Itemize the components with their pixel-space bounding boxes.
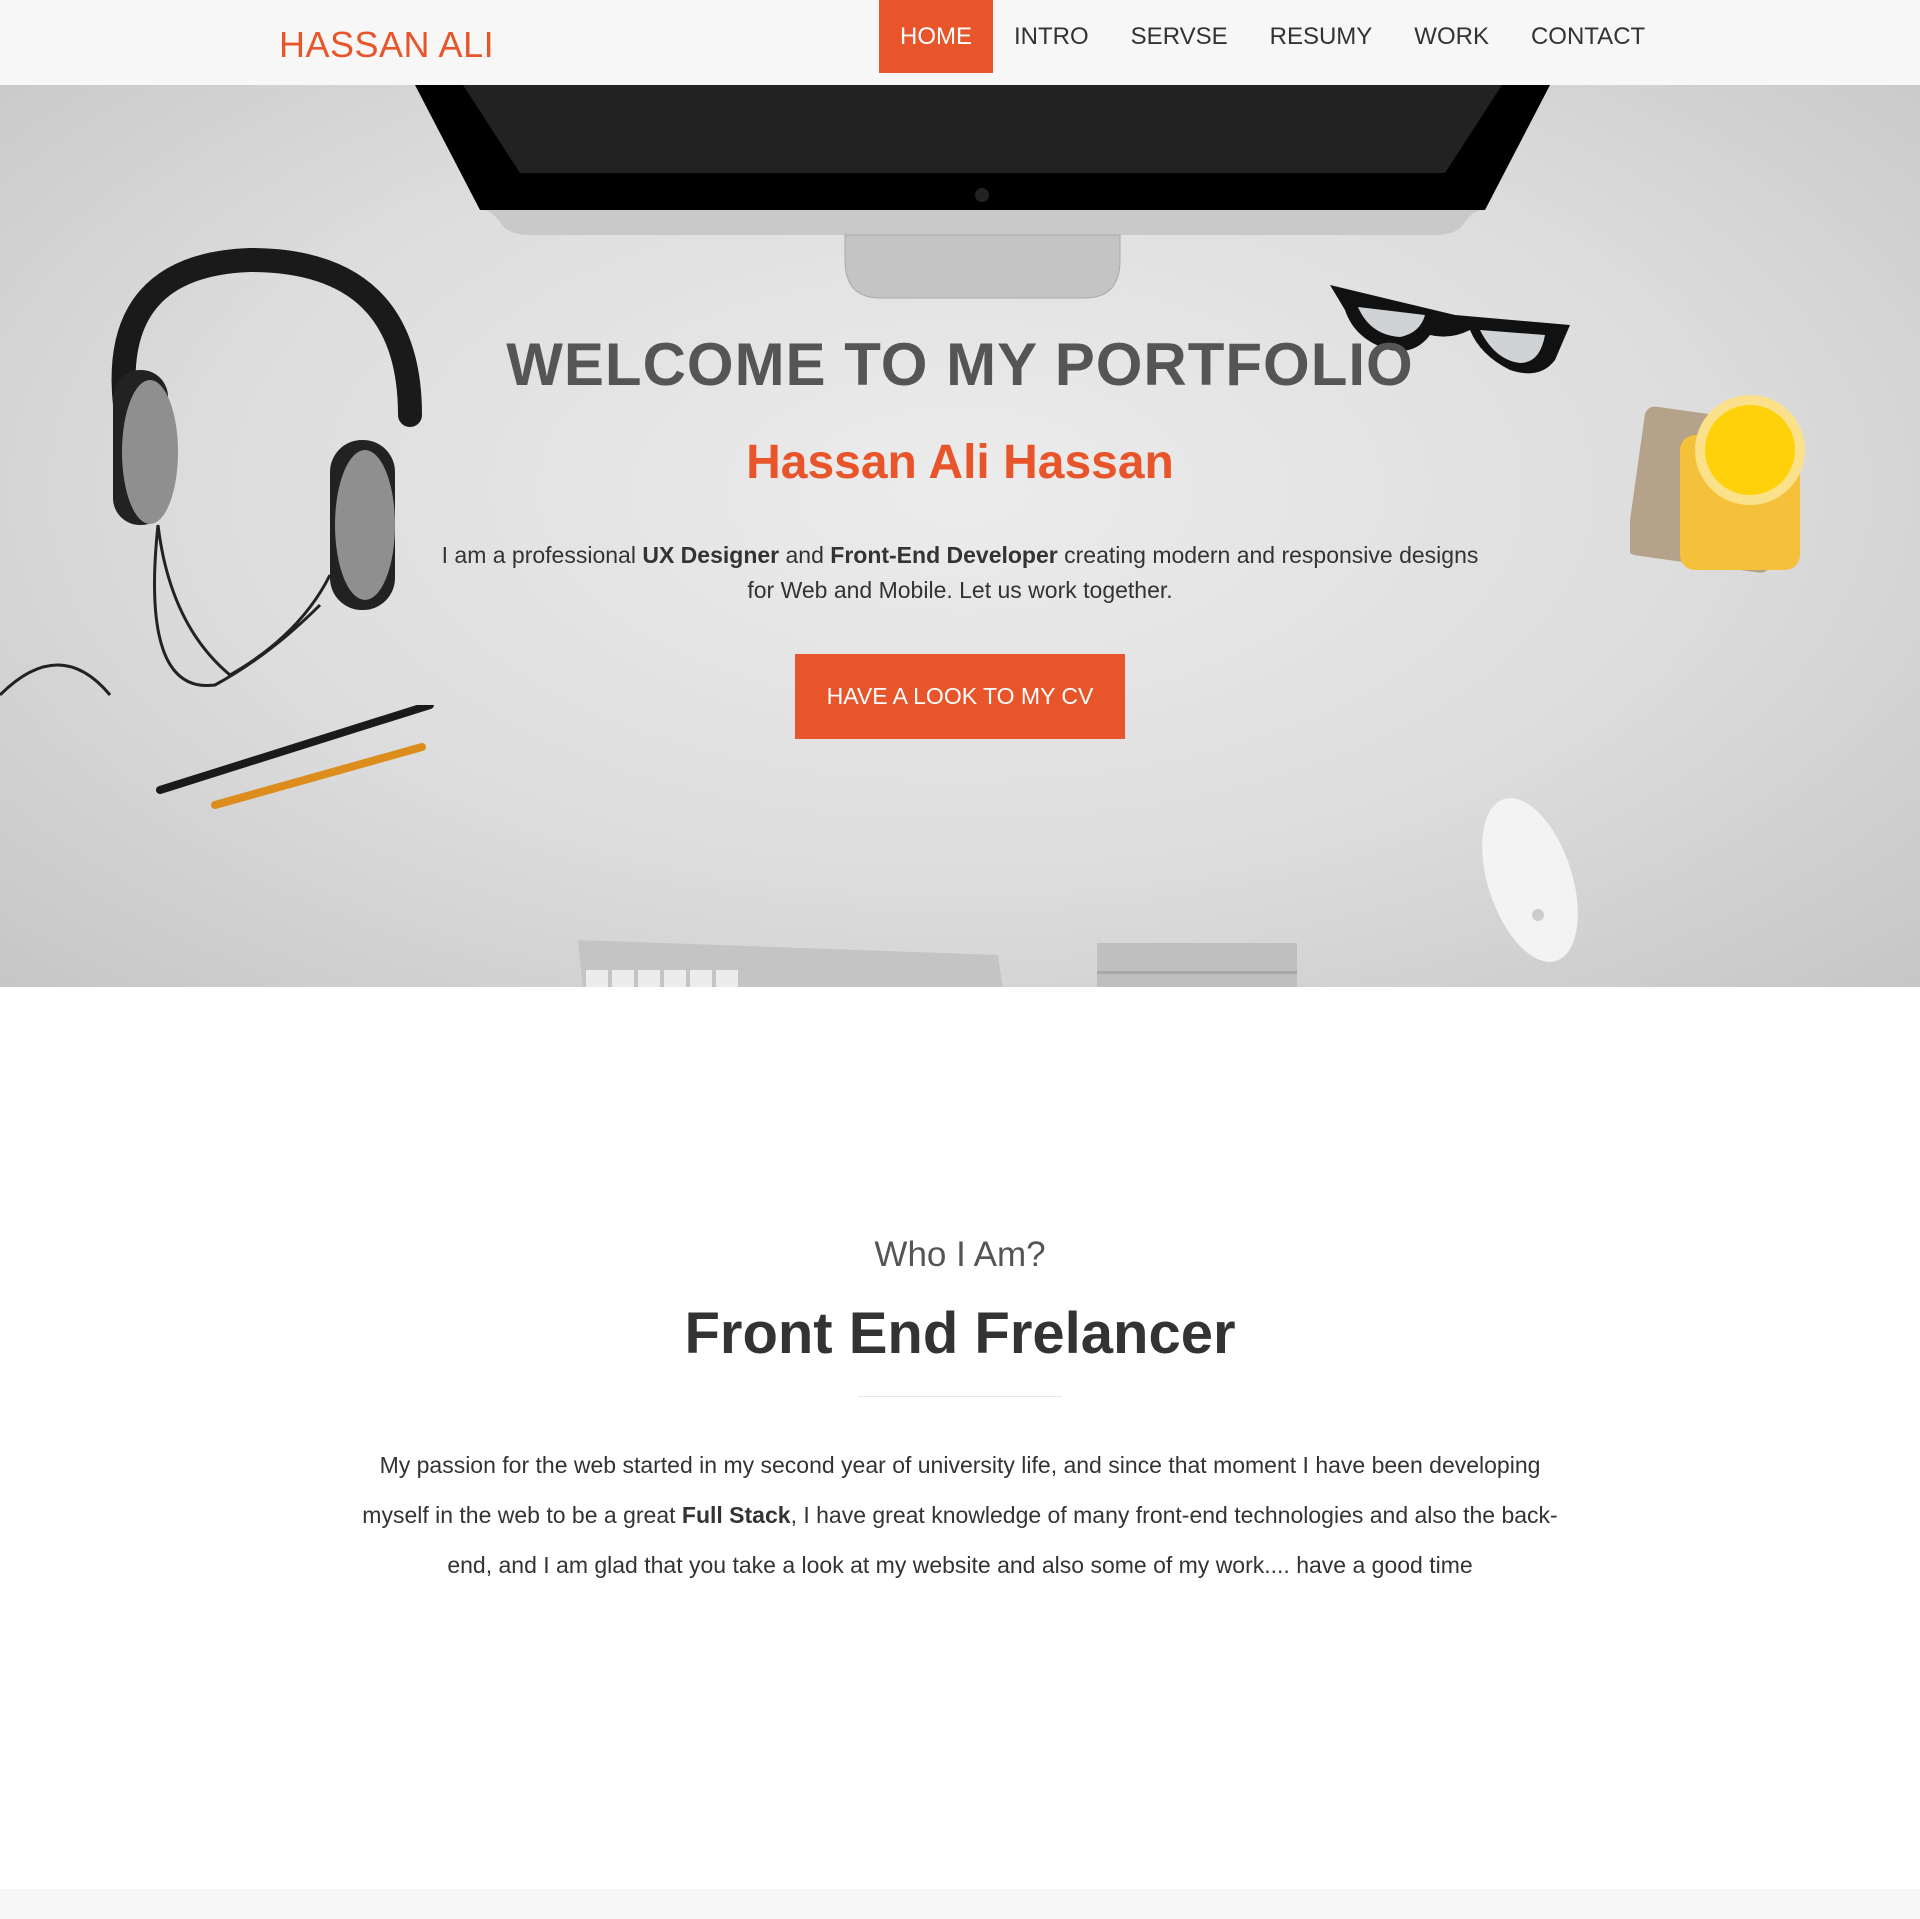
keyboard-icon: [578, 940, 1003, 987]
hero-description: I am a professional UX Designer and Fron…: [441, 542, 1479, 603]
next-section-band: [0, 1889, 1920, 1919]
main-nav: HOME INTRO SERVSE RESUMY WORK CONTACT: [879, 0, 1666, 73]
about-text: My passion for the web started in my sec…: [362, 1452, 1558, 1578]
nav-item-resumy[interactable]: RESUMY: [1249, 0, 1394, 73]
pencils-icon: [156, 705, 434, 809]
nav-item-home[interactable]: HOME: [879, 0, 993, 73]
divider: [858, 1396, 1062, 1397]
brand-logo[interactable]: HASSAN ALI: [279, 24, 494, 66]
nav-item-servse[interactable]: SERVSE: [1110, 0, 1249, 73]
cv-button[interactable]: HAVE A LOOK TO MY CV: [795, 654, 1125, 739]
navbar: HASSAN ALI HOME INTRO SERVSE RESUMY WORK…: [0, 0, 1920, 85]
imac-icon: [415, 85, 1550, 299]
trackpad-icon: [1097, 943, 1297, 987]
nav-item-work[interactable]: WORK: [1393, 0, 1510, 73]
hero-title: WELCOME TO MY PORTFOLIO: [506, 331, 1414, 398]
about-title: Front End Frelancer: [684, 1301, 1236, 1366]
hero-section: WELCOME TO MY PORTFOLIO Hassan Ali Hassa…: [0, 85, 1920, 987]
nav-item-contact[interactable]: CONTACT: [1510, 0, 1666, 73]
mouse-icon: [1482, 798, 1578, 962]
hero-subtitle: Hassan Ali Hassan: [746, 436, 1174, 489]
about-kicker: Who I Am?: [874, 1235, 1046, 1274]
nav-item-intro[interactable]: INTRO: [993, 0, 1110, 73]
